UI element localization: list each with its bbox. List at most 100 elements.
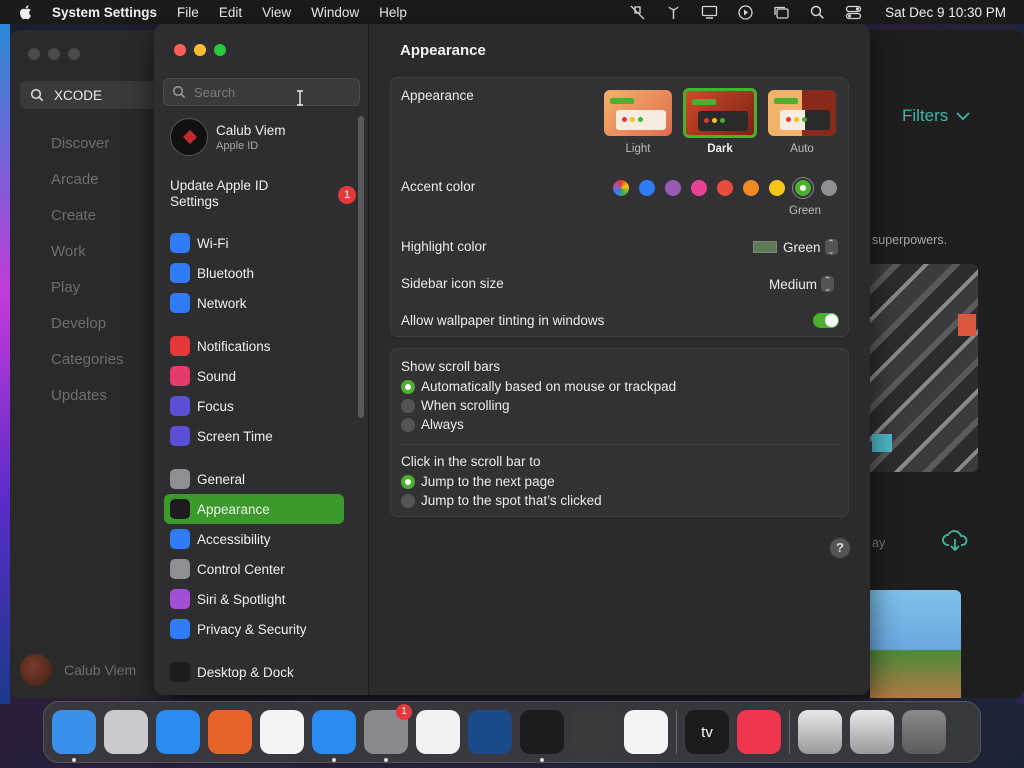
accent-color-swatches — [613, 180, 837, 196]
launchpad-icon[interactable] — [104, 710, 148, 754]
textedit-icon[interactable] — [416, 710, 460, 754]
accent-swatch-2[interactable] — [665, 180, 681, 196]
sidebar-item-siri-spotlight[interactable]: Siri & Spotlight — [164, 584, 344, 614]
antenna-icon[interactable] — [665, 5, 682, 20]
sidebar-item-label: Focus — [197, 398, 234, 414]
jump-spot-clicked-radio[interactable]: Jump to the spot that’s clicked — [401, 493, 602, 508]
accent-swatch-8[interactable] — [821, 180, 837, 196]
menu-clock[interactable]: Sat Dec 9 10:30 PM — [885, 5, 1006, 20]
nav-develop[interactable]: Develop — [51, 315, 124, 351]
sidebar-item-sound[interactable]: Sound — [164, 361, 344, 391]
highlight-color-label: Highlight color — [401, 239, 487, 254]
jump-next-page-radio[interactable]: Jump to the next page — [401, 474, 555, 489]
sidebar-item-privacy-security[interactable]: Privacy & Security — [164, 614, 344, 644]
radio-label: Always — [421, 417, 464, 432]
accent-swatch-4[interactable] — [717, 180, 733, 196]
menu-edit[interactable]: Edit — [219, 5, 242, 20]
apple-tv-icon[interactable]: tv — [685, 710, 729, 754]
windows-icon[interactable] — [773, 5, 790, 20]
game-artwork[interactable] — [870, 590, 961, 698]
sidebar-item-accessibility[interactable]: Accessibility — [164, 524, 344, 554]
highlight-color-popup[interactable]: Green ⌃ ⌄ — [753, 239, 838, 256]
update-apple-id-label: Update Apple ID Settings — [170, 178, 269, 209]
filters-button[interactable]: Filters — [902, 106, 970, 126]
play-circle-icon[interactable] — [737, 4, 754, 20]
sidebar-item-screen-time[interactable]: Screen Time — [164, 421, 344, 451]
nav-categories[interactable]: Categories — [51, 351, 124, 387]
accent-swatch-1[interactable] — [639, 180, 655, 196]
sidebar-item-notifications[interactable]: Notifications — [164, 331, 344, 361]
trash-icon[interactable] — [902, 710, 946, 754]
accent-swatch-multicolor[interactable] — [613, 180, 629, 196]
display-icon[interactable] — [701, 5, 718, 20]
scroll-bars-scrolling-radio[interactable]: When scrolling — [401, 398, 510, 413]
divider — [401, 444, 840, 445]
menu-help[interactable]: Help — [379, 5, 407, 20]
search-input[interactable] — [194, 84, 344, 100]
apple-id-profile[interactable]: Calub Viem Apple ID — [170, 118, 286, 156]
control-center-icon[interactable] — [845, 5, 862, 20]
close-button[interactable] — [28, 48, 40, 60]
menu-file[interactable]: File — [177, 5, 199, 20]
sidebar-item-wi-fi[interactable]: Wi-Fi — [164, 228, 344, 258]
nav-work[interactable]: Work — [51, 243, 124, 279]
app-menu[interactable]: System Settings — [52, 5, 157, 20]
accent-swatch-3[interactable] — [691, 180, 707, 196]
cloud-download-icon[interactable] — [942, 530, 968, 552]
sidebar-scrollbar[interactable] — [358, 116, 364, 418]
scroll-bars-always-radio[interactable]: Always — [401, 417, 464, 432]
search-icon[interactable] — [809, 5, 826, 20]
appearance-icon — [170, 499, 190, 519]
minimize-button[interactable] — [48, 48, 60, 60]
nav-updates[interactable]: Updates — [51, 387, 124, 423]
scroll-bars-auto-radio[interactable]: Automatically based on mouse or trackpad — [401, 379, 676, 394]
sidebar-item-general[interactable]: General — [164, 464, 344, 494]
sidebar-item-bluetooth[interactable]: Bluetooth — [164, 258, 344, 288]
menu-window[interactable]: Window — [311, 5, 359, 20]
app-store-icon[interactable] — [312, 710, 356, 762]
steam-icon[interactable] — [468, 710, 512, 754]
nav-create[interactable]: Create — [51, 207, 124, 243]
finder-icon[interactable] — [52, 710, 96, 762]
accent-swatch-7[interactable] — [795, 180, 811, 196]
screenshots-stack-icon[interactable] — [850, 710, 894, 754]
appearance-light-option[interactable] — [604, 90, 672, 136]
close-button[interactable] — [174, 44, 186, 56]
sidebar-item-label: Desktop & Dock — [197, 664, 294, 680]
app-store-search-field[interactable]: XCODE — [20, 81, 170, 109]
sidebar-item-appearance[interactable]: Appearance — [164, 494, 344, 524]
menu-view[interactable]: View — [262, 5, 291, 20]
vscode-icon[interactable] — [624, 710, 668, 754]
search-field[interactable] — [163, 78, 360, 106]
nav-discover[interactable]: Discover — [51, 135, 124, 171]
sidebar-item-network[interactable]: Network — [164, 288, 344, 318]
sidebar-item-desktop-dock[interactable]: Desktop & Dock — [164, 657, 344, 687]
zoom-button[interactable] — [214, 44, 226, 56]
zoom-button[interactable] — [68, 48, 80, 60]
mic-off-icon[interactable] — [629, 5, 646, 20]
sidebar-item-focus[interactable]: Focus — [164, 391, 344, 421]
garageband-icon[interactable] — [572, 710, 616, 754]
appearance-auto-option[interactable] — [768, 90, 836, 136]
sidebar-icon-size-popup[interactable]: Medium ⌃ ⌄ — [769, 276, 835, 293]
apple-icon[interactable] — [18, 4, 34, 20]
sidebar-item-control-center[interactable]: Control Center — [164, 554, 344, 584]
update-apple-id-item[interactable]: Update Apple ID Settings 1 — [170, 178, 360, 210]
wallpaper-tinting-toggle[interactable] — [813, 313, 839, 328]
help-button[interactable]: ? — [830, 538, 850, 558]
safari-icon[interactable] — [156, 710, 200, 754]
system-settings-icon[interactable]: 1 — [364, 704, 412, 762]
music-icon[interactable] — [737, 710, 781, 754]
firefox-icon[interactable] — [208, 710, 252, 754]
minimize-button[interactable] — [194, 44, 206, 56]
accent-swatch-6[interactable] — [769, 180, 785, 196]
promo-artwork[interactable] — [870, 264, 978, 472]
terminal-icon[interactable] — [520, 710, 564, 762]
app-store-account[interactable]: Calub Viem — [20, 654, 136, 686]
chrome-icon[interactable] — [260, 710, 304, 754]
appearance-dark-option[interactable] — [683, 88, 757, 138]
nav-arcade[interactable]: Arcade — [51, 171, 124, 207]
nav-play[interactable]: Play — [51, 279, 124, 315]
downloads-stack-icon[interactable] — [798, 710, 842, 754]
accent-swatch-5[interactable] — [743, 180, 759, 196]
